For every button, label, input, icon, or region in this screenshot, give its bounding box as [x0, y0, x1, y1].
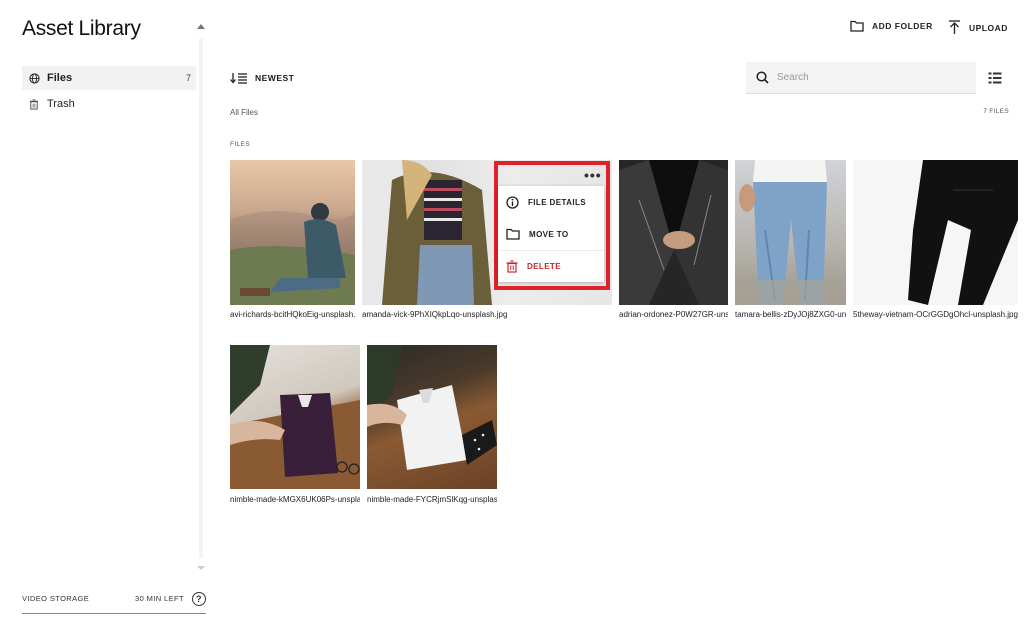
- upload-button[interactable]: UPLOAD: [948, 20, 1008, 35]
- trash-icon: [506, 260, 518, 273]
- sidebar: Asset Library Files 7 Trash VIDEO STORAG…: [0, 0, 210, 641]
- files-count: 7: [185, 73, 191, 83]
- menu-item-label: MOVE TO: [529, 229, 569, 239]
- file-thumbnail: [230, 345, 360, 489]
- video-storage-value: 30 MIN LEFT: [135, 594, 184, 603]
- breadcrumb[interactable]: All Files: [230, 108, 258, 117]
- search-icon: [756, 71, 769, 84]
- trash-icon: [27, 97, 41, 111]
- more-options-icon[interactable]: •••: [584, 168, 602, 182]
- folder-icon: [506, 228, 520, 240]
- search-box[interactable]: [746, 62, 976, 94]
- file-name: amanda-vick-9PhXIQkpLqo-unsplash.jpg: [362, 310, 508, 319]
- sidebar-item-label: Files: [47, 72, 73, 84]
- sort-button[interactable]: NEWEST: [230, 72, 294, 84]
- file-thumbnail: [853, 160, 1018, 305]
- file-tile[interactable]: nimble-made-kMGX6UK06Ps-unsplash.jpg: [230, 345, 360, 510]
- upload-label: UPLOAD: [969, 22, 1008, 33]
- file-name: nimble-made-FYCRjmSlKqg-unsplash.jpg: [367, 495, 497, 504]
- menu-item-delete[interactable]: DELETE: [498, 250, 604, 282]
- scroll-down-icon[interactable]: [197, 566, 205, 570]
- video-storage: VIDEO STORAGE 30 MIN LEFT ?: [22, 584, 206, 614]
- file-thumbnail: [230, 160, 355, 305]
- sidebar-item-files[interactable]: Files 7: [22, 66, 196, 90]
- file-name: nimble-made-kMGX6UK06Ps-unsplash.jpg: [230, 495, 360, 504]
- info-icon: [506, 195, 519, 209]
- section-label: FILES: [230, 141, 251, 148]
- menu-item-file-details[interactable]: FILE DETAILS: [498, 186, 604, 218]
- menu-item-move-to[interactable]: MOVE TO: [498, 218, 604, 250]
- sort-icon: [230, 73, 247, 84]
- menu-item-label: DELETE: [527, 262, 561, 271]
- file-thumbnail: [735, 160, 846, 305]
- file-name: 5theway-vietnam-OCrGGDgOhcI-unsplash.jpg: [853, 310, 1018, 319]
- folder-icon: [850, 20, 864, 32]
- file-tile[interactable]: avi-richards-bcitHQkoEig-unsplash.jpg: [230, 160, 355, 325]
- file-thumbnail: [619, 160, 728, 305]
- file-tile[interactable]: nimble-made-FYCRjmSlKqg-unsplash.jpg: [367, 345, 497, 510]
- scroll-up-icon[interactable]: [197, 24, 205, 29]
- file-tile[interactable]: tamara-bellis-zDyJOj8ZXG0-unsplash.jpg: [735, 160, 846, 325]
- file-name: tamara-bellis-zDyJOj8ZXG0-unsplash.jpg: [735, 310, 846, 319]
- globe-icon: [27, 71, 41, 85]
- sort-label: NEWEST: [255, 73, 295, 83]
- search-input[interactable]: [777, 72, 957, 83]
- file-name: avi-richards-bcitHQkoEig-unsplash.jpg: [230, 310, 355, 319]
- sidebar-item-label: Trash: [47, 98, 75, 110]
- file-count: 7 FILES: [983, 108, 1009, 115]
- help-icon[interactable]: ?: [192, 591, 206, 606]
- app-title: Asset Library: [22, 17, 141, 40]
- file-name: adrian-ordonez-P0W27GR-unsplash.jpg: [619, 310, 728, 319]
- file-thumbnail: [367, 345, 497, 489]
- add-folder-button[interactable]: ADD FOLDER: [850, 20, 933, 32]
- sidebar-scrollbar[interactable]: [196, 20, 206, 570]
- list-view-toggle[interactable]: [988, 71, 1002, 89]
- video-storage-label: VIDEO STORAGE: [22, 594, 90, 603]
- file-tile[interactable]: 5theway-vietnam-OCrGGDgOhcI-unsplash.jpg: [853, 160, 1018, 325]
- upload-icon: [949, 20, 960, 34]
- menu-item-label: FILE DETAILS: [528, 197, 586, 207]
- sidebar-item-trash[interactable]: Trash: [22, 92, 196, 116]
- list-view-icon: [988, 72, 1002, 84]
- file-tile[interactable]: adrian-ordonez-P0W27GR-unsplash.jpg: [619, 160, 728, 325]
- context-menu: FILE DETAILS MOVE TO DELETE: [498, 186, 604, 282]
- add-folder-label: ADD FOLDER: [872, 21, 933, 31]
